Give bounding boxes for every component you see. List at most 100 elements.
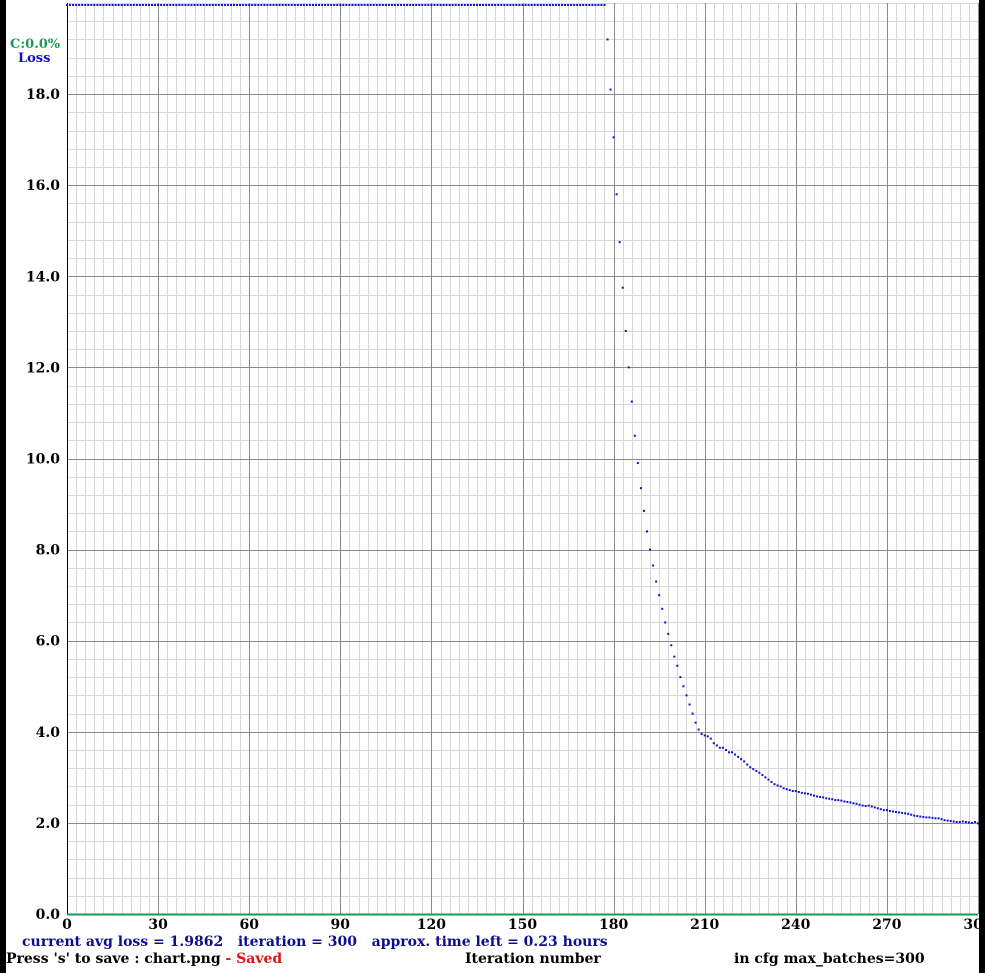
loss-point: [636, 462, 639, 465]
loss-point: [506, 4, 509, 6]
loss-point: [144, 4, 147, 6]
x-tick-label: 240: [781, 917, 810, 933]
loss-point: [342, 4, 345, 6]
loss-point: [849, 801, 852, 804]
loss-point: [813, 794, 816, 797]
loss-point: [199, 4, 202, 6]
loss-point: [147, 4, 150, 6]
loss-point: [873, 806, 876, 809]
loss-point: [670, 644, 673, 647]
loss-point: [242, 4, 245, 6]
loss-point: [333, 4, 336, 6]
loss-point: [961, 820, 964, 823]
loss-point: [931, 816, 934, 819]
avg-loss-text: current avg loss = 1.9862: [22, 934, 224, 950]
loss-point: [560, 4, 563, 6]
loss-point: [518, 4, 521, 6]
loss-point: [472, 4, 475, 6]
loss-point: [439, 4, 442, 6]
loss-point: [582, 4, 585, 6]
loss-point: [293, 4, 296, 6]
loss-point: [393, 4, 396, 6]
loss-point: [846, 800, 849, 803]
loss-point: [876, 807, 879, 810]
loss-point: [117, 4, 120, 6]
loss-point: [758, 771, 761, 774]
loss-point: [129, 4, 132, 6]
loss-point: [542, 4, 545, 6]
loss-point: [96, 4, 99, 6]
loss-point: [351, 4, 354, 6]
loss-point: [916, 815, 919, 818]
loss-point: [69, 4, 72, 6]
loss-point: [424, 4, 427, 6]
loss-point: [257, 4, 260, 6]
loss-point: [196, 4, 199, 6]
loss-point: [715, 744, 718, 747]
loss-point: [913, 814, 916, 817]
minor-grid: [67, 3, 979, 915]
loss-point: [752, 768, 755, 771]
loss-point: [251, 4, 254, 6]
loss-point: [888, 810, 891, 813]
loss-point: [691, 712, 694, 715]
y-tick-label: 4.0: [36, 725, 61, 741]
loss-point: [554, 4, 557, 6]
loss-point: [478, 4, 481, 6]
loss-point: [500, 4, 503, 6]
loss-point: [427, 4, 430, 6]
loss-point: [652, 564, 655, 567]
loss-point: [661, 607, 664, 610]
loss-chart: 0.0 2.0 4.0 6.0 8.0 10.0 12.0 14.0 16.0 18.0 0 30 6…: [10, 3, 985, 933]
loss-point: [800, 791, 803, 794]
loss-point: [111, 4, 114, 6]
loss-point: [551, 4, 554, 6]
loss-point: [208, 4, 211, 6]
loss-point: [141, 4, 144, 6]
loss-point: [442, 4, 445, 6]
loss-point: [521, 4, 524, 6]
loss-point: [236, 4, 239, 6]
loss-point: [539, 4, 542, 6]
status-line-1: current avg loss = 1.9862 iteration = 30…: [22, 934, 608, 950]
loss-point: [770, 780, 773, 783]
loss-point: [952, 820, 955, 823]
loss-point: [260, 4, 263, 6]
loss-point: [181, 4, 184, 6]
loss-point: [299, 4, 302, 6]
loss-point: [904, 812, 907, 815]
loss-point: [72, 4, 75, 6]
loss-point: [409, 4, 412, 6]
loss-point: [448, 4, 451, 6]
loss-point: [822, 796, 825, 799]
loss-point: [330, 4, 333, 6]
loss-point: [928, 816, 931, 819]
loss-point: [734, 753, 737, 756]
loss-point: [469, 4, 472, 6]
loss-point: [740, 758, 743, 761]
loss-point: [609, 88, 612, 91]
loss-point: [773, 783, 776, 786]
loss-point: [718, 746, 721, 749]
loss-point: [649, 548, 652, 551]
loss-point: [879, 808, 882, 811]
loss-point: [557, 4, 560, 6]
loss-point: [175, 4, 178, 6]
loss-point: [545, 4, 548, 6]
x-tick-label: 0: [62, 917, 72, 933]
loss-point: [336, 4, 339, 6]
loss-point: [797, 790, 800, 793]
loss-point: [99, 4, 102, 6]
loss-point: [157, 4, 160, 6]
loss-point: [302, 4, 305, 6]
loss-point: [284, 4, 287, 6]
loss-point: [940, 818, 943, 821]
loss-point: [485, 4, 488, 6]
y-tick-label: 18.0: [26, 87, 60, 103]
loss-point: [488, 4, 491, 6]
loss-point: [885, 809, 888, 812]
loss-point: [123, 4, 126, 6]
loss-point: [688, 703, 691, 706]
loss-point: [81, 4, 84, 6]
loss-point: [737, 755, 740, 758]
